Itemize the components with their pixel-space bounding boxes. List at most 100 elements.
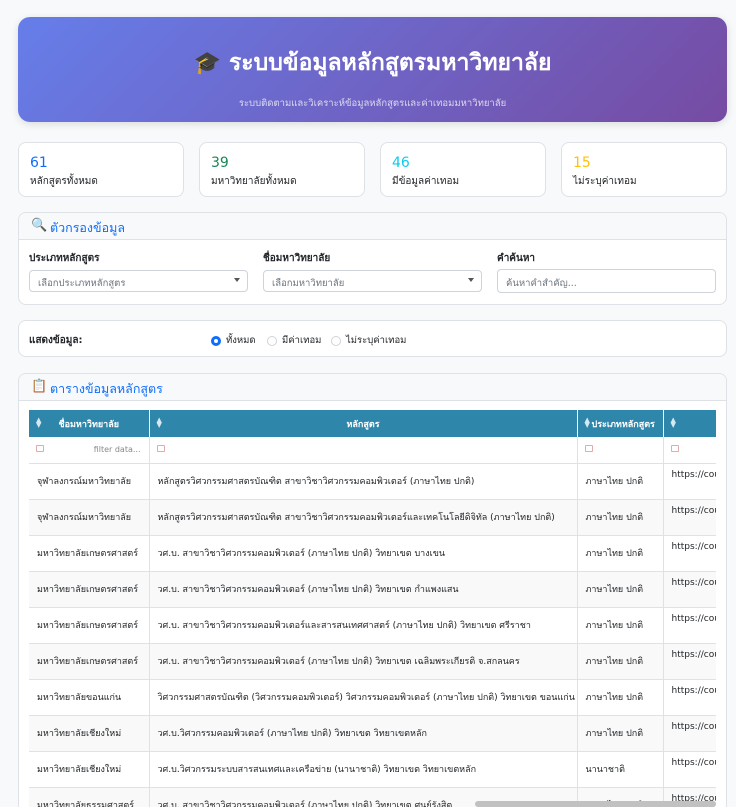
cell-program: วศ.บ.วิศวกรรมระบบสารสนเทศและเครือข่าย (น… [149, 751, 578, 788]
search-input[interactable]: ค้นหาคำสำคัญ... [497, 269, 716, 293]
page-header: 🎓 ระบบข้อมูลหลักสูตรมหาวิทยาลัย ระบบติดตา… [18, 17, 727, 122]
cell-university: มหาวิทยาลัยเชียงใหม่ [29, 715, 150, 752]
filter-card-title: ตัวกรองข้อมูล [50, 220, 125, 235]
cell-link[interactable]: https://cours [663, 499, 716, 536]
table-row: มหาวิทยาลัยเกษตรศาสตร์ วศ.บ. สาขาวิชาวิศว… [29, 571, 716, 608]
cell-link[interactable]: https://cours [663, 535, 716, 572]
sort-icon: ▲ ▼ [670, 416, 676, 429]
filter-card-header: 🔍 ตัวกรองข้อมูล [19, 213, 726, 240]
cell-program-type: ภาษาไทย ปกติ [577, 535, 664, 572]
stat-label: มหาวิทยาลัยทั้งหมด [211, 176, 297, 187]
radio-dot[interactable] [211, 335, 221, 346]
cell-program-type: ภาษาไทย ปกติ [577, 571, 664, 608]
table-card-title: ตารางข้อมูลหลักสูตร [50, 381, 163, 396]
stat-label: ไม่ระบุค่าเทอม [573, 176, 637, 187]
search-label: คำค้นหา [497, 253, 536, 264]
magnifier-icon: 🔍 [31, 218, 48, 233]
radio-dot[interactable] [267, 335, 277, 346]
program-type-select[interactable]: เลือกประเภทหลักสูตร [29, 270, 248, 292]
cell-program: วศ.บ.วิศวกรรมคอมพิวเตอร์ (ภาษาไทย ปกติ) … [149, 715, 578, 752]
stat-card-total-programs: 61 หลักสูตรทั้งหมด [18, 142, 184, 197]
cell-university: จุฬาลงกรณ์มหาวิทยาลัย [29, 463, 150, 500]
cell-university: มหาวิทยาลัยขอนแก่น [29, 679, 150, 716]
column-filter-link[interactable] [663, 437, 716, 464]
stat-value: 61 [30, 155, 48, 171]
data-table: ▲ ▼ ชื่อมหาวิทยาลัย ▲ ▼ หลักสูตร ▲ ▼ ประเภทหลั… [29, 410, 716, 807]
cell-program: หลักสูตรวิศวกรรมศาสตรบัณฑิต สาขาวิชาวิศว… [149, 499, 578, 536]
table-row: จุฬาลงกรณ์มหาวิทยาลัย หลักสูตรวิศวกรรมศาส… [29, 499, 716, 536]
cell-program: หลักสูตรวิศวกรรมศาสตรบัณฑิต สาขาวิชาวิศว… [149, 463, 578, 500]
radio-no-tuition[interactable]: ไม่ระบุค่าเทอม [331, 333, 406, 348]
radio-with-tuition[interactable]: มีค่าเทอม [267, 333, 321, 348]
cell-program-type: ภาษาไทย ปกติ [577, 607, 664, 644]
sort-icon: ▲ ▼ [584, 416, 590, 429]
chevron-down-icon [234, 278, 240, 282]
cell-university: มหาวิทยาลัยเชียงใหม่ [29, 751, 150, 788]
table-row: มหาวิทยาลัยขอนแก่น วิศวกรรมศาสตรบัณฑิต (ว… [29, 679, 716, 716]
cell-program-type: ภาษาไทย ปกติ [577, 643, 664, 680]
cell-program: วศ.บ. สาขาวิชาวิศวกรรมคอมพิวเตอร์ (ภาษาไ… [149, 571, 578, 608]
cell-link[interactable]: https://cours [663, 607, 716, 644]
stat-label: หลักสูตรทั้งหมด [30, 176, 98, 187]
table-row: มหาวิทยาลัยเกษตรศาสตร์ วศ.บ. สาขาวิชาวิศว… [29, 535, 716, 572]
table-card-header: 📋 ตารางข้อมูลหลักสูตร [19, 374, 726, 401]
stat-value: 39 [211, 155, 229, 171]
chevron-down-icon [468, 278, 474, 282]
stat-value: 15 [573, 155, 591, 171]
cell-link[interactable]: https://cours [663, 463, 716, 500]
data-table-wrapper[interactable]: ▲ ▼ ชื่อมหาวิทยาลัย ▲ ▼ หลักสูตร ▲ ▼ ประเภทหลั… [29, 410, 716, 807]
cell-link[interactable]: https://cours [663, 643, 716, 680]
university-label: ชื่อมหาวิทยาลัย [263, 253, 331, 264]
cell-program-type: ภาษาไทย ปกติ [577, 463, 664, 500]
radio-all[interactable]: ทั้งหมด [211, 333, 256, 348]
page-subtitle: ระบบติดตามและวิเคราะห์ข้อมูลหลักสูตรและค… [238, 98, 507, 109]
stat-value: 46 [392, 155, 410, 171]
column-filter-program[interactable] [149, 437, 578, 464]
graduation-cap-icon: 🎓 [193, 51, 221, 76]
cell-university: มหาวิทยาลัยเกษตรศาสตร์ [29, 607, 150, 644]
stat-label: มีข้อมูลค่าเทอม [392, 176, 460, 187]
column-filter-program-type[interactable] [577, 437, 664, 464]
column-header-program[interactable]: ▲ ▼ หลักสูตร [149, 410, 578, 437]
stat-card-no-tuition: 15 ไม่ระบุค่าเทอม [561, 142, 727, 197]
column-header-program-type[interactable]: ▲ ▼ ประเภทหลักสูตร [577, 410, 664, 437]
filter-icon [156, 445, 165, 452]
cell-program: วิศวกรรมศาสตรบัณฑิต (วิศวกรรมคอมพิวเตอร์… [149, 679, 578, 716]
stat-card-total-universities: 39 มหาวิทยาลัยทั้งหมด [199, 142, 365, 197]
horizontal-scrollbar[interactable] [475, 801, 716, 807]
cell-link[interactable]: https://cours [663, 715, 716, 752]
cell-university: มหาวิทยาลัยเกษตรศาสตร์ [29, 535, 150, 572]
table-row: มหาวิทยาลัยเชียงใหม่ วศ.บ.วิศวกรรมคอมพิวเ… [29, 715, 716, 752]
page-title: 🎓 ระบบข้อมูลหลักสูตรมหาวิทยาลัย [193, 50, 552, 76]
radio-dot[interactable] [331, 335, 341, 346]
filter-icon [670, 445, 679, 452]
cell-program: วศ.บ. สาขาวิชาวิศวกรรมคอมพิวเตอร์ (ภาษาไ… [149, 535, 578, 572]
cell-university: มหาวิทยาลัยเกษตรศาสตร์ [29, 643, 150, 680]
cell-program-type: ภาษาไทย ปกติ [577, 679, 664, 716]
sort-icon: ▲ ▼ [156, 416, 162, 429]
stat-card-with-tuition: 46 มีข้อมูลค่าเทอม [380, 142, 546, 197]
cell-program: วศ.บ. สาขาวิชาวิศวกรรมคอมพิวเตอร์และสารส… [149, 607, 578, 644]
display-label: แสดงข้อมูล: [29, 335, 83, 346]
cell-university: จุฬาลงกรณ์มหาวิทยาลัย [29, 499, 150, 536]
cell-link[interactable]: https://cours [663, 751, 716, 788]
cell-program-type: นานาชาติ [577, 751, 664, 788]
table-row: จุฬาลงกรณ์มหาวิทยาลัย หลักสูตรวิศวกรรมศาส… [29, 463, 716, 500]
cell-program-type: ภาษาไทย ปกติ [577, 715, 664, 752]
cell-link[interactable]: https://cours [663, 679, 716, 716]
column-header-university[interactable]: ▲ ▼ ชื่อมหาวิทยาลัย [29, 410, 150, 437]
clipboard-icon: 📋 [31, 379, 48, 394]
filter-icon [584, 445, 593, 452]
column-header-link[interactable]: ▲ ▼ [663, 410, 716, 437]
table-row: มหาวิทยาลัยเกษตรศาสตร์ วศ.บ. สาขาวิชาวิศว… [29, 607, 716, 644]
program-type-label: ประเภทหลักสูตร [29, 253, 100, 264]
column-filter-university[interactable]: filter data... [29, 437, 150, 464]
cell-link[interactable]: https://cours [663, 571, 716, 608]
filter-icon [36, 445, 44, 452]
table-row: มหาวิทยาลัยเชียงใหม่ วศ.บ.วิศวกรรมระบบสาร… [29, 751, 716, 788]
university-select[interactable]: เลือกมหาวิทยาลัย [263, 270, 482, 292]
sort-icon: ▲ ▼ [36, 416, 42, 429]
cell-program-type: ภาษาไทย ปกติ [577, 499, 664, 536]
table-row: มหาวิทยาลัยเกษตรศาสตร์ วศ.บ. สาขาวิชาวิศว… [29, 643, 716, 680]
cell-university: มหาวิทยาลัยเกษตรศาสตร์ [29, 571, 150, 608]
